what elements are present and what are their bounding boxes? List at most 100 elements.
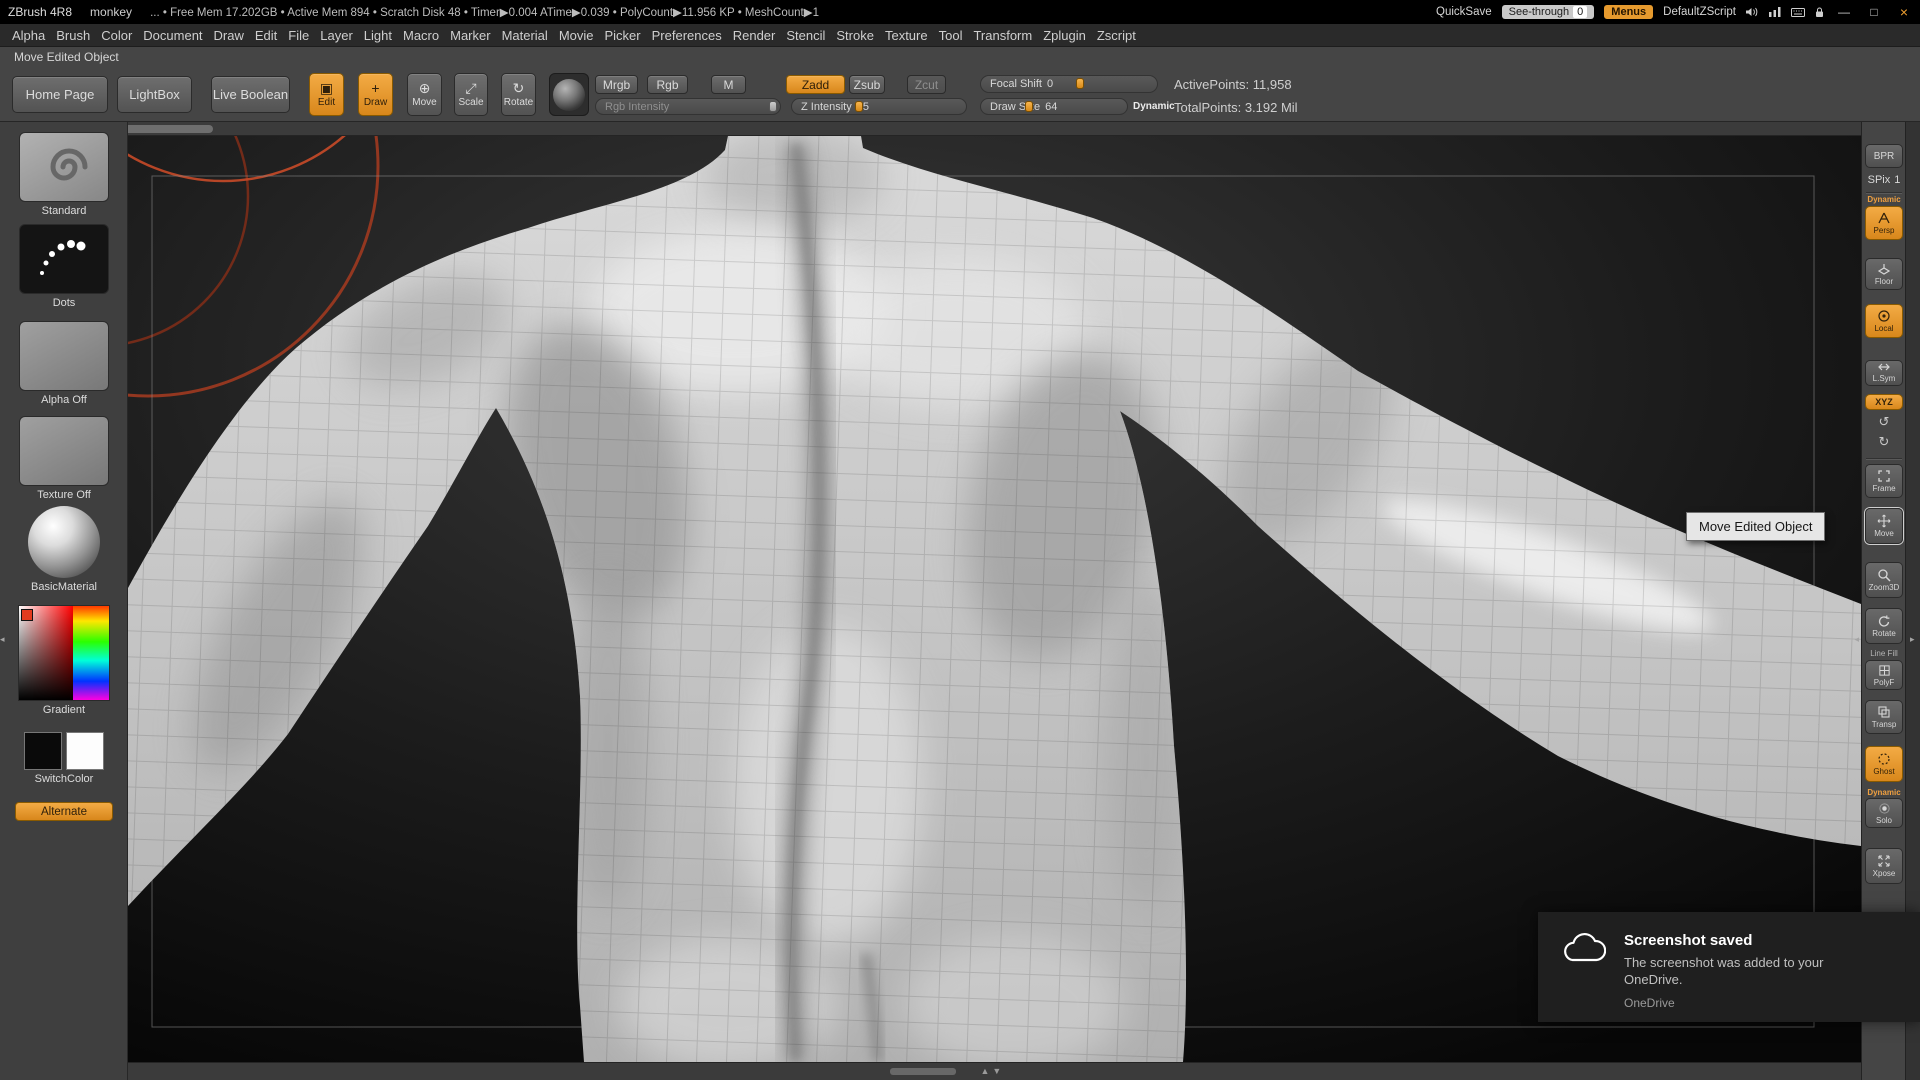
texture-thumbnail[interactable] bbox=[19, 416, 109, 486]
menu-item-draw[interactable]: Draw bbox=[214, 28, 244, 43]
lightbox-button[interactable]: LightBox bbox=[117, 76, 192, 113]
zadd-button[interactable]: Zadd bbox=[786, 75, 845, 94]
menu-item-marker[interactable]: Marker bbox=[450, 28, 490, 43]
lock-icon[interactable] bbox=[1815, 7, 1824, 18]
menu-item-file[interactable]: File bbox=[288, 28, 309, 43]
see-through-control[interactable]: See-through 0 bbox=[1501, 5, 1595, 19]
m-button[interactable]: M bbox=[711, 75, 746, 94]
persp-button[interactable]: Persp bbox=[1865, 206, 1903, 240]
main-color-swatch[interactable] bbox=[24, 732, 62, 770]
home-page-button[interactable]: Home Page bbox=[12, 76, 108, 113]
solo-button[interactable]: Solo bbox=[1865, 798, 1903, 828]
menus-toggle[interactable]: Menus bbox=[1604, 5, 1654, 19]
edit-button[interactable]: ▣ Edit bbox=[309, 73, 344, 116]
dynamic-solo-label[interactable]: Dynamic bbox=[1862, 788, 1906, 797]
menu-item-layer[interactable]: Layer bbox=[320, 28, 353, 43]
lsym-button[interactable]: L.Sym bbox=[1865, 360, 1903, 386]
dynamic-draw-size-toggle[interactable]: Dynamic bbox=[1133, 101, 1175, 112]
local-button[interactable]: Local bbox=[1865, 304, 1903, 338]
color-gradient-square[interactable] bbox=[18, 605, 110, 701]
xpose-button[interactable]: Xpose bbox=[1865, 848, 1903, 884]
rotate-ccw-icon[interactable]: ↺ bbox=[1862, 414, 1906, 430]
menu-item-macro[interactable]: Macro bbox=[403, 28, 439, 43]
focal-shift-handle[interactable] bbox=[1076, 78, 1085, 89]
transp-button[interactable]: Transp bbox=[1865, 700, 1903, 734]
levels-icon[interactable] bbox=[1769, 7, 1781, 17]
rgb-button[interactable]: Rgb bbox=[647, 75, 688, 94]
close-button[interactable]: × bbox=[1894, 4, 1914, 20]
dynamic-persp-label[interactable]: Dynamic bbox=[1862, 195, 1906, 204]
menu-item-document[interactable]: Document bbox=[143, 28, 202, 43]
rgb-intensity-handle[interactable] bbox=[768, 101, 777, 112]
quicksave-button[interactable]: QuickSave bbox=[1436, 6, 1492, 18]
floor-button[interactable]: Floor bbox=[1865, 258, 1903, 290]
bottom-scrollbar[interactable] bbox=[889, 1068, 956, 1075]
menu-item-render[interactable]: Render bbox=[733, 28, 776, 43]
draw-size-slider[interactable]: Draw Size 64 bbox=[980, 98, 1128, 115]
zoom3d-button[interactable]: Zoom3D bbox=[1865, 562, 1903, 598]
material-thumbnail[interactable] bbox=[28, 506, 100, 578]
z-intensity-slider[interactable]: Z Intensity 25 bbox=[791, 98, 967, 115]
menu-item-movie[interactable]: Movie bbox=[559, 28, 594, 43]
polyf-button[interactable]: PolyF bbox=[1865, 660, 1903, 690]
menu-item-tool[interactable]: Tool bbox=[939, 28, 963, 43]
current-material-button[interactable] bbox=[549, 73, 589, 116]
keyboard-icon[interactable] bbox=[1791, 7, 1805, 17]
alternate-button[interactable]: Alternate bbox=[15, 802, 113, 821]
ghost-button[interactable]: Ghost bbox=[1865, 746, 1903, 782]
move-rail-button[interactable]: Move bbox=[1865, 508, 1903, 544]
menu-item-alpha[interactable]: Alpha bbox=[12, 28, 45, 43]
move-button[interactable]: ⊕ Move bbox=[407, 73, 442, 116]
spix-slider[interactable]: SPix 1 bbox=[1862, 174, 1906, 186]
xyz-button[interactable]: XYZ bbox=[1865, 394, 1903, 410]
rotate-rail-button[interactable]: Rotate bbox=[1865, 608, 1903, 644]
menu-item-stroke[interactable]: Stroke bbox=[836, 28, 874, 43]
stroke-selector[interactable]: Dots bbox=[0, 224, 128, 309]
brush-thumbnail[interactable] bbox=[19, 132, 109, 202]
scroll-down-arrow[interactable]: ▼ bbox=[992, 1066, 1001, 1076]
alternate-control[interactable]: Alternate bbox=[0, 802, 128, 821]
texture-selector[interactable]: Texture Off bbox=[0, 416, 128, 501]
menu-item-transform[interactable]: Transform bbox=[973, 28, 1032, 43]
focal-shift-slider[interactable]: Focal Shift 0 bbox=[980, 75, 1158, 93]
color-picker[interactable]: Gradient bbox=[0, 605, 128, 716]
canvas-right-collapse-arrow[interactable]: ◂ bbox=[1854, 634, 1859, 645]
menu-item-zplugin[interactable]: Zplugin bbox=[1043, 28, 1086, 43]
live-boolean-button[interactable]: Live Boolean bbox=[211, 76, 290, 113]
minimize-button[interactable]: — bbox=[1834, 5, 1854, 19]
alpha-selector[interactable]: Alpha Off bbox=[0, 321, 128, 406]
scale-button[interactable]: ⤢ Scale bbox=[454, 73, 488, 116]
secondary-color-swatch[interactable] bbox=[66, 732, 104, 770]
menu-item-edit[interactable]: Edit bbox=[255, 28, 277, 43]
menu-item-picker[interactable]: Picker bbox=[605, 28, 641, 43]
menu-item-texture[interactable]: Texture bbox=[885, 28, 928, 43]
brush-selector[interactable]: Standard bbox=[0, 132, 128, 217]
menu-item-preferences[interactable]: Preferences bbox=[652, 28, 722, 43]
switch-color-control[interactable]: SwitchColor bbox=[0, 732, 128, 785]
menu-item-zscript[interactable]: Zscript bbox=[1097, 28, 1136, 43]
left-tray-collapse-arrow[interactable]: ◂ bbox=[0, 634, 5, 645]
notification-toast[interactable]: Screenshot saved The screenshot was adde… bbox=[1538, 912, 1920, 1022]
menu-item-brush[interactable]: Brush bbox=[56, 28, 90, 43]
zcut-button[interactable]: Zcut bbox=[907, 75, 946, 94]
rotate-button[interactable]: ↻ Rotate bbox=[501, 73, 536, 116]
stroke-thumbnail[interactable] bbox=[19, 224, 109, 294]
material-selector[interactable]: BasicMaterial bbox=[0, 506, 128, 593]
rgb-intensity-slider[interactable]: Rgb Intensity bbox=[595, 98, 781, 115]
bpr-button[interactable]: BPR bbox=[1865, 144, 1903, 168]
frame-button[interactable]: Frame bbox=[1865, 464, 1903, 498]
zsub-button[interactable]: Zsub bbox=[849, 75, 885, 94]
volume-icon[interactable] bbox=[1746, 7, 1759, 17]
draw-button[interactable]: + Draw bbox=[358, 73, 393, 116]
right-tray-expand-arrow[interactable]: ▸ bbox=[1910, 634, 1915, 645]
mrgb-button[interactable]: Mrgb bbox=[595, 75, 638, 94]
menu-item-color[interactable]: Color bbox=[101, 28, 132, 43]
scroll-up-arrow[interactable]: ▲ bbox=[981, 1066, 990, 1076]
horizontal-scrollbar[interactable] bbox=[128, 125, 213, 133]
z-intensity-handle[interactable] bbox=[854, 101, 863, 112]
menu-item-material[interactable]: Material bbox=[502, 28, 548, 43]
draw-size-handle[interactable] bbox=[1024, 101, 1033, 112]
menu-item-light[interactable]: Light bbox=[364, 28, 392, 43]
alpha-thumbnail[interactable] bbox=[19, 321, 109, 391]
menu-item-stencil[interactable]: Stencil bbox=[786, 28, 825, 43]
